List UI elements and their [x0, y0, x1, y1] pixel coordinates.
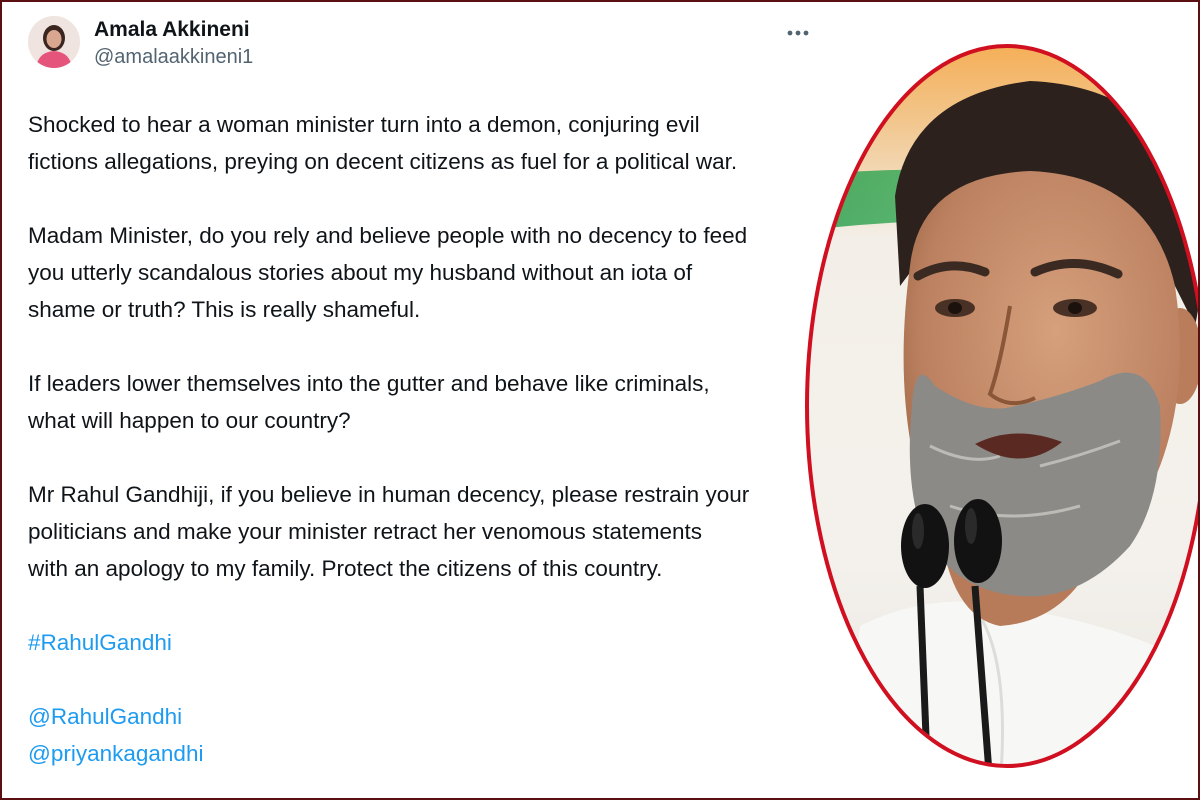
text-line: fictions allegations, preying on decent … [28, 149, 738, 174]
paragraph: Madam Minister, do you rely and believe … [28, 217, 818, 328]
text-line: politicians and make your minister retra… [28, 519, 703, 544]
mention-link[interactable]: @priyankagandhi [28, 735, 818, 772]
speaker-photo [800, 26, 1198, 786]
text-line: shame or truth? This is really shameful. [28, 297, 421, 322]
hashtag-link[interactable]: #RahulGandhi [28, 624, 818, 661]
mention-link[interactable]: @RahulGandhi [28, 698, 818, 735]
tweet-card: Amala Akkineni @amalaakkineni1 Shocked t… [2, 2, 832, 798]
text-line: If leaders lower themselves into the gut… [28, 371, 710, 396]
tweet-text: Shocked to hear a woman minister turn in… [28, 106, 818, 772]
paragraph: Mr Rahul Gandhiji, if you believe in hum… [28, 476, 818, 587]
avatar-image [28, 16, 80, 68]
screenshot-frame: Amala Akkineni @amalaakkineni1 Shocked t… [0, 0, 1200, 800]
speaker-photo-image [805, 44, 1198, 768]
text-line: Madam Minister, do you rely and believe … [28, 223, 748, 248]
user-avatar[interactable] [28, 16, 80, 68]
paragraph: Shocked to hear a woman minister turn in… [28, 106, 818, 180]
text-line: what will happen to our country? [28, 408, 351, 433]
text-line: Shocked to hear a woman minister turn in… [28, 112, 700, 137]
text-line: with an apology to my family. Protect th… [28, 556, 663, 581]
display-name[interactable]: Amala Akkineni [94, 18, 250, 42]
text-line: Mr Rahul Gandhiji, if you believe in hum… [28, 482, 750, 507]
user-handle[interactable]: @amalaakkineni1 [94, 46, 253, 69]
paragraph: If leaders lower themselves into the gut… [28, 365, 818, 439]
text-line: you utterly scandalous stories about my … [28, 260, 693, 285]
